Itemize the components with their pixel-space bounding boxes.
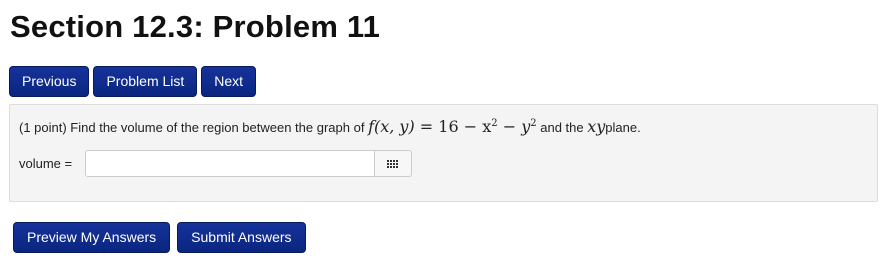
problem-text-before: (1 point) Find the volume of the region … — [19, 120, 369, 135]
volume-input[interactable] — [85, 150, 375, 177]
previous-button[interactable]: Previous — [9, 66, 90, 97]
page-title: Section 12.3: Problem 11 — [10, 9, 381, 44]
problem-text-after: plane. — [605, 120, 641, 135]
submit-answers-button[interactable]: Submit Answers — [177, 222, 306, 253]
math-args: (x, y) — [373, 117, 415, 136]
math-eq: = 16 − x — [414, 117, 492, 136]
problem-box: (1 point) Find the volume of the region … — [9, 104, 878, 202]
math-xy: xy — [587, 117, 606, 136]
problem-statement: (1 point) Find the volume of the region … — [19, 117, 641, 136]
next-button[interactable]: Next — [201, 66, 257, 97]
problem-text-middle: and the — [536, 120, 588, 135]
function-expression: f(x, y) = 16 − x2 − y2 — [368, 117, 537, 136]
keypad-button[interactable] — [375, 150, 412, 177]
volume-label: volume = — [19, 156, 73, 171]
grid-keypad-icon — [387, 160, 398, 168]
problem-list-button[interactable]: Problem List — [93, 66, 198, 97]
math-minus-y: − y — [497, 117, 531, 136]
preview-answers-button[interactable]: Preview My Answers — [13, 222, 171, 253]
problem-navigation: Previous Problem List Next — [9, 66, 257, 97]
answer-actions: Preview My Answers Submit Answers — [13, 222, 306, 253]
